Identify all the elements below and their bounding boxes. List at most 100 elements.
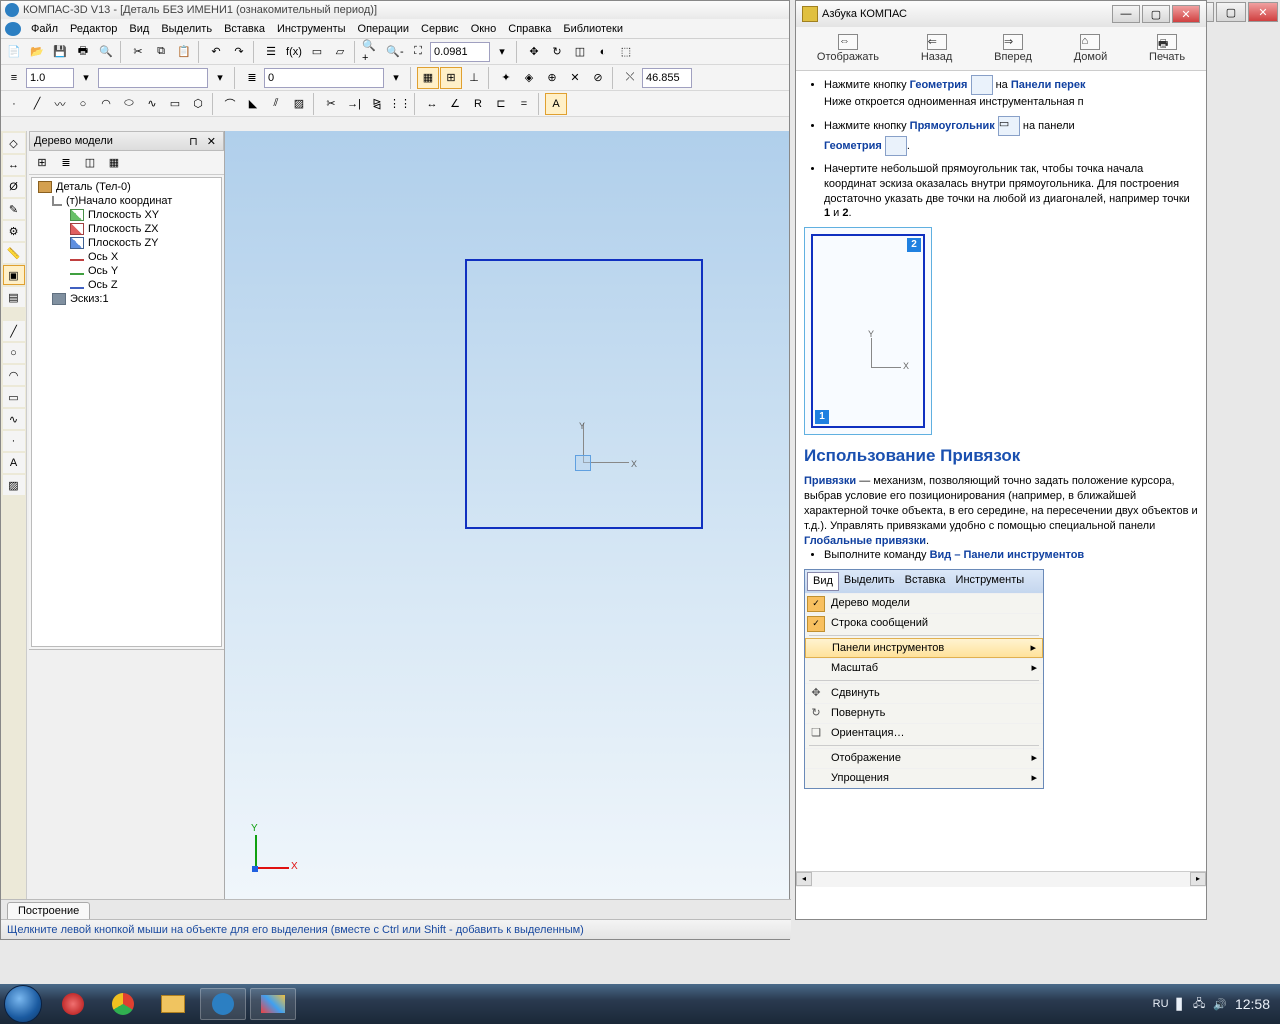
rail-point-icon[interactable]: · [3, 431, 25, 451]
rail-circle-icon[interactable]: ○ [3, 343, 25, 363]
menu-editor[interactable]: Редактор [64, 21, 123, 37]
scroll-left-button[interactable]: ◂ [796, 872, 812, 886]
tree-item[interactable]: Плоскость XY [34, 208, 219, 222]
pan-button[interactable]: ✥ [523, 41, 545, 63]
zoom-fit-button[interactable]: ⛶ [407, 41, 429, 63]
sketch-button[interactable]: ▭ [306, 41, 328, 63]
paste-button[interactable]: 📋 [173, 41, 195, 63]
orientation-button[interactable]: ◫ [569, 41, 591, 63]
tree-item[interactable]: Ось X [34, 250, 219, 264]
model-tree-body[interactable]: Деталь (Тел-0)(т)Начало координатПлоскос… [31, 177, 222, 647]
ellipse-tool[interactable]: ⬭ [118, 93, 140, 115]
cut-button[interactable]: ✂ [127, 41, 149, 63]
rail-spec-icon[interactable]: ▤ [3, 287, 25, 307]
snap-toggle[interactable]: ▦ [417, 67, 439, 89]
spline-tool[interactable]: ∿ [141, 93, 163, 115]
help-h-scrollbar[interactable]: ◂ ▸ [796, 871, 1206, 887]
zoom-value-input[interactable]: 0.0981 [430, 42, 490, 62]
constraint-tool[interactable]: ⊏ [490, 93, 512, 115]
help-maximize-button[interactable]: ▢ [1142, 5, 1170, 23]
task-kompas[interactable] [200, 988, 246, 1020]
style-icon[interactable]: ≡ [3, 67, 25, 89]
arc-tool[interactable]: ◠ [95, 93, 117, 115]
task-opera[interactable] [50, 988, 96, 1020]
snap-mid-button[interactable]: ◈ [518, 67, 540, 89]
help-minimize-button[interactable]: — [1112, 5, 1140, 23]
wireframe-button[interactable]: ⬚ [615, 41, 637, 63]
snap-tangent-button[interactable]: ⊘ [587, 67, 609, 89]
zoom-out-button[interactable]: 🔍- [384, 41, 406, 63]
rail-text-icon[interactable]: A [3, 453, 25, 473]
tree-item[interactable]: Ось Z [34, 278, 219, 292]
ortho-toggle[interactable]: ⊥ [463, 67, 485, 89]
variables-button[interactable]: f(x) [283, 41, 305, 63]
help-nav-back[interactable]: ⇐Назад [921, 34, 953, 63]
help-nav-forward[interactable]: ⇒Вперед [994, 34, 1032, 63]
copy-button[interactable]: ⧉ [150, 41, 172, 63]
os-close-button[interactable]: ✕ [1248, 2, 1278, 22]
tray-lang[interactable]: RU [1153, 998, 1169, 1010]
tree-item[interactable]: Деталь (Тел-0) [34, 180, 219, 194]
line-tool[interactable]: ╱ [26, 93, 48, 115]
tree-tool-2[interactable]: ≣ [55, 152, 77, 174]
scroll-right-button[interactable]: ▸ [1190, 872, 1206, 886]
autoconstraint-toggle[interactable]: A [545, 93, 567, 115]
preview-button[interactable]: 🔍 [95, 41, 117, 63]
hatch-tool[interactable]: ▨ [288, 93, 310, 115]
tree-item[interactable]: Плоскость ZX [34, 222, 219, 236]
extend-tool[interactable]: →| [343, 93, 365, 115]
zoom-in-button[interactable]: 🔍+ [361, 41, 383, 63]
rail-params-icon[interactable]: ⚙ [3, 221, 25, 241]
snap-center-button[interactable]: ⊕ [541, 67, 563, 89]
task-paint[interactable] [250, 988, 296, 1020]
menu-view[interactable]: Вид [123, 21, 155, 37]
rail-measure-icon[interactable]: 📏 [3, 243, 25, 263]
offset-tool[interactable]: ⫽ [265, 93, 287, 115]
rail-rect-icon[interactable]: ▭ [3, 387, 25, 407]
dim-radius-tool[interactable]: R [467, 93, 489, 115]
menu-operations[interactable]: Операции [352, 21, 415, 37]
rail-hatch-icon[interactable]: ▨ [3, 475, 25, 495]
rail-line-icon[interactable]: ╱ [3, 321, 25, 341]
circle-tool[interactable]: ○ [72, 93, 94, 115]
tree-item[interactable]: Эскиз:1 [34, 292, 219, 306]
redo-button[interactable]: ↷ [228, 41, 250, 63]
menu-libraries[interactable]: Библиотеки [557, 21, 629, 37]
help-nav-print[interactable]: 🖶Печать [1149, 34, 1185, 63]
rail-spline-icon[interactable]: ∿ [3, 409, 25, 429]
menu-service[interactable]: Сервис [415, 21, 465, 37]
menu-file[interactable]: Файл [25, 21, 64, 37]
menu-select[interactable]: Выделить [155, 21, 218, 37]
help-close-button[interactable]: ✕ [1172, 5, 1200, 23]
zoom-dropdown-button[interactable]: ▾ [491, 41, 513, 63]
fillet-tool[interactable]: ⌒ [219, 93, 241, 115]
chamfer-tool[interactable]: ◣ [242, 93, 264, 115]
os-maximize-button[interactable]: ▢ [1216, 2, 1246, 22]
linestyle-dropdown[interactable]: ▾ [209, 67, 231, 89]
tree-close-icon[interactable]: ✕ [204, 136, 219, 148]
save-button[interactable]: 💾 [49, 41, 71, 63]
rail-select-icon[interactable]: ▣ [3, 265, 25, 285]
menu-insert[interactable]: Вставка [218, 21, 271, 37]
tree-tool-4[interactable]: ▦ [103, 152, 125, 174]
menu-instruments[interactable]: Инструменты [271, 21, 352, 37]
linestyle-input[interactable] [98, 68, 208, 88]
tree-tool-3[interactable]: ◫ [79, 152, 101, 174]
snap-point-button[interactable]: ✦ [495, 67, 517, 89]
start-button[interactable] [4, 985, 42, 1023]
help-nav-show[interactable]: ⇔Отображать [817, 34, 879, 63]
tray-clock[interactable]: 12:58 [1235, 996, 1270, 1012]
point-tool[interactable]: · [3, 93, 25, 115]
rotate-button[interactable]: ↻ [546, 41, 568, 63]
polyline-tool[interactable]: 〰 [49, 93, 71, 115]
tray-network-icon[interactable]: 🖧 [1193, 995, 1205, 1014]
layer-dropdown[interactable]: ▾ [385, 67, 407, 89]
task-explorer[interactable] [150, 988, 196, 1020]
tray-volume-icon[interactable]: 🔊 [1213, 998, 1227, 1011]
print-button[interactable]: 🖶 [72, 41, 94, 63]
new-button[interactable]: 📄 [3, 41, 25, 63]
trim-tool[interactable]: ✂ [320, 93, 342, 115]
open-button[interactable]: 📂 [26, 41, 48, 63]
coord-mode-button[interactable]: ⤬ [619, 67, 641, 89]
polygon-tool[interactable]: ⬡ [187, 93, 209, 115]
